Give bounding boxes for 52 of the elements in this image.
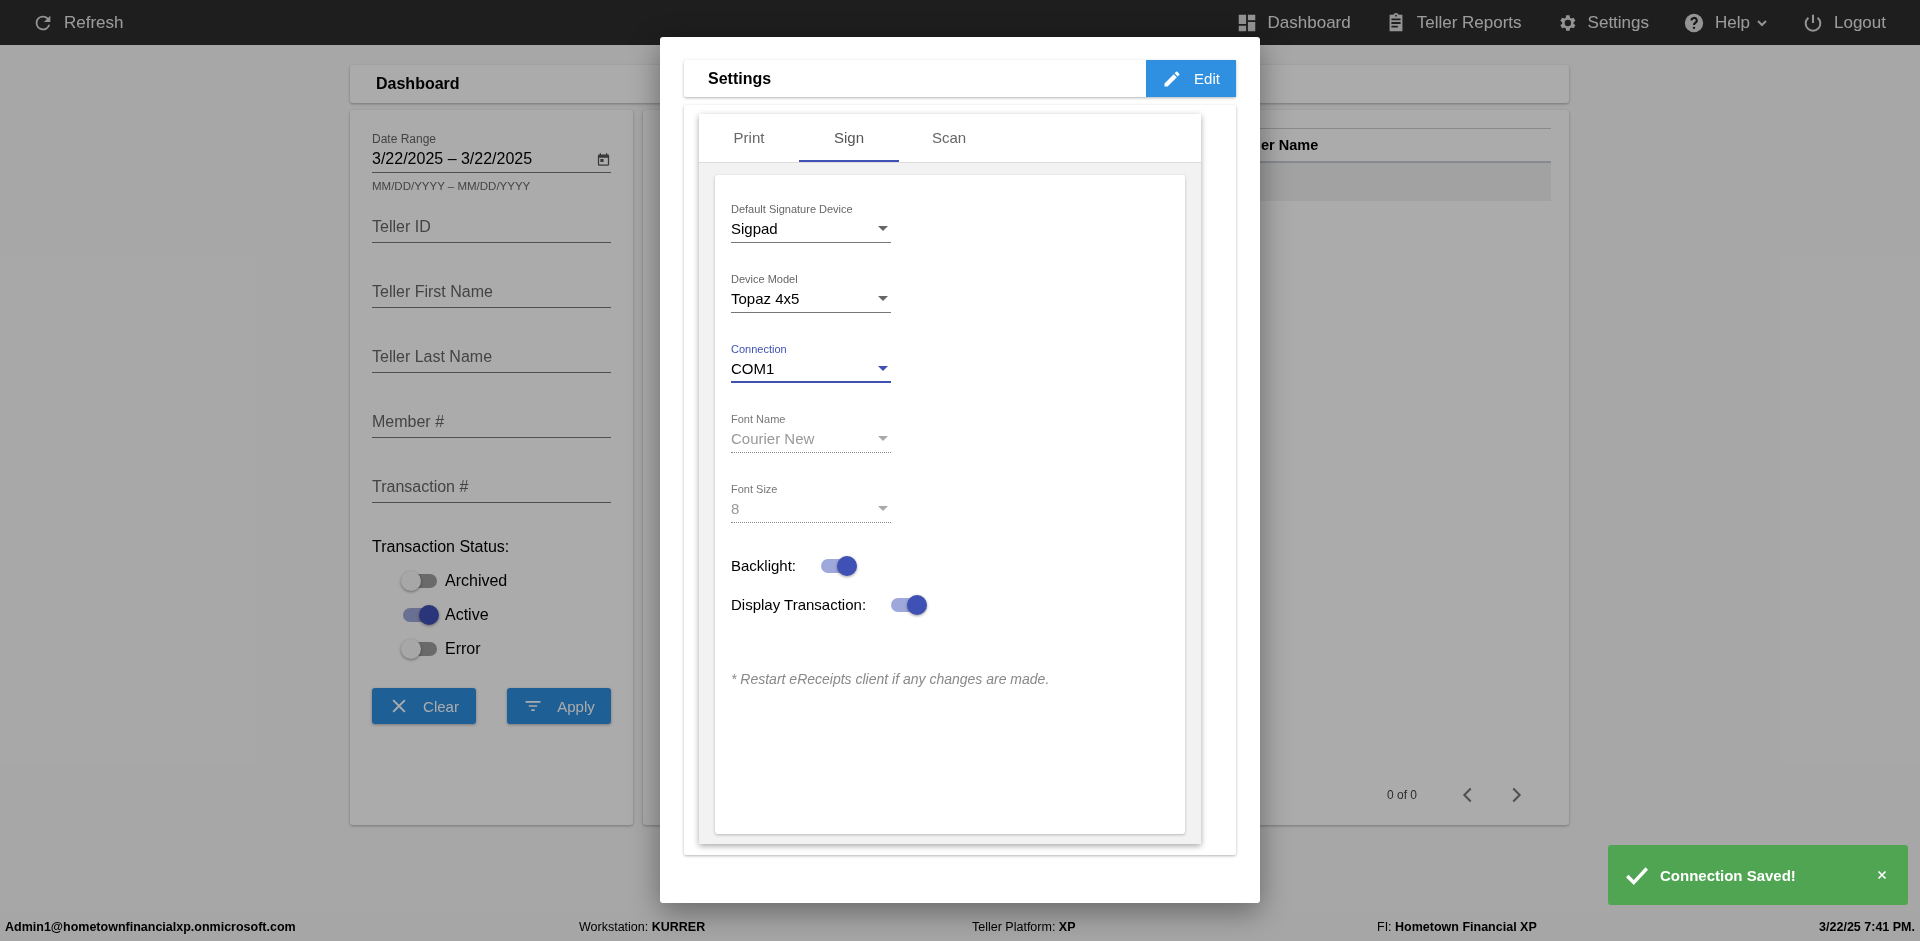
nav-button[interactable]: Teller Reports bbox=[1384, 7, 1522, 38]
toast-message: Connection Saved! bbox=[1660, 866, 1797, 884]
input-field[interactable]: Teller First Name bbox=[372, 283, 611, 308]
dropdown-arrow-icon bbox=[878, 296, 888, 301]
toggle-label: Active bbox=[445, 606, 489, 624]
status-text: FI: Hometown Financial XP bbox=[1377, 919, 1538, 934]
tab[interactable]: Scan bbox=[899, 114, 999, 162]
date-time: 3/22/25 7:41 PM. bbox=[1819, 919, 1915, 934]
toggle-label: Error bbox=[445, 640, 481, 658]
dropdown-arrow-icon bbox=[878, 436, 888, 441]
field-label: Date Range bbox=[372, 132, 438, 146]
input-field[interactable]: Teller ID bbox=[372, 218, 611, 243]
nav-button[interactable]: Settings bbox=[1555, 7, 1650, 38]
toggle-label: Backlight: bbox=[731, 557, 797, 574]
nav-button[interactable]: Logout bbox=[1802, 7, 1886, 38]
input-field[interactable]: Member # bbox=[372, 413, 611, 438]
note-text: * Restart eReceipts client if any changes are made. bbox=[731, 671, 1051, 687]
status-label: Transaction Status: bbox=[372, 538, 511, 556]
tab[interactable]: Sign bbox=[799, 114, 899, 162]
input-field[interactable]: Teller Last Name bbox=[372, 348, 611, 373]
toggle-switch[interactable] bbox=[403, 608, 437, 622]
toggle-label: Archived bbox=[445, 572, 508, 590]
nav-button[interactable]: Help bbox=[1683, 7, 1768, 38]
field-hint: MM/DD/YYYY – MM/DD/YYYY bbox=[372, 180, 532, 192]
dropdown-arrow-icon bbox=[878, 366, 888, 371]
status-text: Workstation: KURRER bbox=[579, 919, 707, 934]
date-range-field[interactable]: Date Range 3/22/2025 – 3/22/2025 bbox=[372, 132, 611, 173]
toggle-switch[interactable] bbox=[821, 558, 856, 573]
field-value: 3/22/2025 – 3/22/2025 bbox=[372, 150, 533, 168]
toggle-label: Display Transaction: bbox=[731, 596, 867, 613]
dropdown-arrow-icon bbox=[878, 226, 888, 231]
dropdown-arrow-icon bbox=[878, 506, 888, 511]
page-title: Dashboard bbox=[376, 75, 460, 93]
toggle-switch[interactable] bbox=[403, 642, 437, 656]
select-field[interactable]: Device Model Topaz 4x5 bbox=[731, 273, 891, 313]
select-field[interactable]: Default Signature Device Sigpad bbox=[731, 203, 891, 243]
select-field[interactable]: Connection COM1 bbox=[731, 343, 891, 383]
pagination-text: 0 of 0 bbox=[1386, 788, 1417, 802]
toggle-switch[interactable] bbox=[891, 597, 926, 612]
help-icon bbox=[1683, 11, 1706, 34]
column-header: er Name bbox=[1261, 137, 1319, 153]
nav-button[interactable]: Dashboard bbox=[1235, 7, 1351, 38]
user-email: Admin1@hometownfinancialxp.onmicrosoft.com bbox=[5, 919, 297, 934]
input-field[interactable]: Transaction # bbox=[372, 478, 611, 503]
tab[interactable]: Print bbox=[699, 114, 799, 162]
toggle-switch[interactable] bbox=[403, 574, 437, 588]
dialog-title: Settings bbox=[707, 69, 772, 88]
status-text: Teller Platform: XP bbox=[972, 919, 1077, 934]
close-icon[interactable] bbox=[1876, 869, 1888, 881]
edit-button[interactable]: Edit bbox=[1146, 60, 1236, 97]
refresh-button[interactable]: Refresh bbox=[32, 7, 124, 38]
calendar-icon[interactable] bbox=[596, 151, 611, 167]
